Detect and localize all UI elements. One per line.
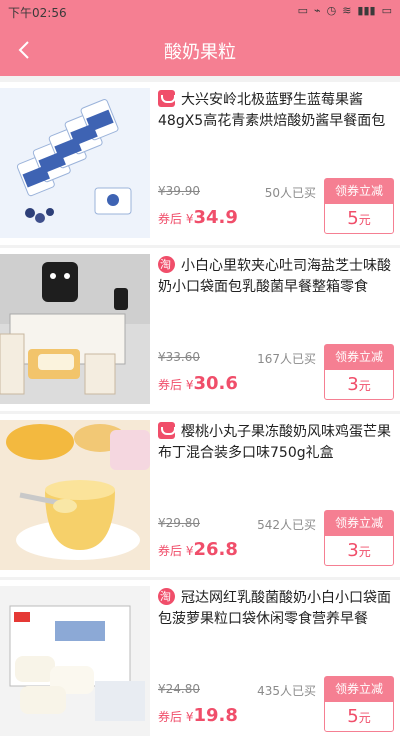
- status-time: 下午02:56: [8, 6, 67, 20]
- product-title[interactable]: 大兴安岭北极蓝野生蓝莓果酱48gX5高花青素烘焙酸奶酱早餐面包: [158, 90, 394, 132]
- coupon-unit: 元: [358, 379, 371, 393]
- product-card[interactable]: 小白心里软夹心吐司海盐芝士味酸奶小口袋面包乳酸菌早餐整箱零食 ¥33.60 16…: [0, 248, 400, 411]
- taobao-icon: [158, 588, 175, 605]
- coupon-price: 券后 ¥19.8: [158, 705, 238, 726]
- coupon-amount: 3: [347, 540, 359, 561]
- original-price: ¥39.90: [158, 184, 200, 198]
- product-list[interactable]: 大兴安岭北极蓝野生蓝莓果酱48gX5高花青素烘焙酸奶酱早餐面包 ¥39.90 5…: [0, 76, 400, 743]
- sales-count: 167人已买: [257, 352, 316, 366]
- signal-icon: ▮▮▮: [357, 4, 376, 17]
- coupon-title: 领券立减: [325, 345, 393, 370]
- original-price: ¥33.60: [158, 350, 200, 364]
- sim-icon: ▭: [297, 4, 308, 17]
- coupon-price: 券后 ¥30.6: [158, 373, 238, 394]
- battery-icon: ▭: [381, 4, 392, 17]
- sales-count: 50人已买: [264, 186, 316, 200]
- coupon-button[interactable]: 领券立减 5元: [324, 178, 394, 234]
- product-title[interactable]: 小白心里软夹心吐司海盐芝士味酸奶小口袋面包乳酸菌早餐整箱零食: [158, 256, 394, 298]
- coupon-title: 领券立减: [325, 511, 393, 536]
- coupon-button[interactable]: 领券立减 3元: [324, 344, 394, 400]
- coupon-title: 领券立减: [325, 677, 393, 702]
- product-card[interactable]: 大兴安岭北极蓝野生蓝莓果酱48gX5高花青素烘焙酸奶酱早餐面包 ¥39.90 5…: [0, 82, 400, 245]
- product-title[interactable]: 樱桃小丸子果冻酸奶风味鸡蛋芒果布丁混合装多口味750g礼盒: [158, 422, 394, 464]
- coupon-button[interactable]: 领券立减 5元: [324, 676, 394, 732]
- coupon-unit: 元: [358, 545, 371, 559]
- nav-bar: 酸奶果粒: [0, 24, 400, 76]
- product-card[interactable]: 樱桃小丸子果冻酸奶风味鸡蛋芒果布丁混合装多口味750g礼盒 ¥29.80 542…: [0, 414, 400, 577]
- status-bar: 下午02:56 ▭ ⌁ ◷ ≋ ▮▮▮ ▭: [0, 0, 400, 24]
- product-card[interactable]: 冠达网红乳酸菌酸奶小白小口袋面包菠萝果粒口袋休闲零食营养早餐 ¥24.80 43…: [0, 580, 400, 743]
- coupon-amount: 5: [347, 706, 359, 727]
- coupon-price: 券后 ¥34.9: [158, 207, 238, 228]
- page-title: 酸奶果粒: [164, 42, 236, 63]
- sales-count: 542人已买: [257, 518, 316, 532]
- status-icons: ▭ ⌁ ◷ ≋ ▮▮▮ ▭: [298, 4, 392, 17]
- product-image[interactable]: [0, 420, 150, 570]
- product-image[interactable]: [0, 88, 150, 238]
- alarm-icon: ◷: [326, 4, 337, 17]
- original-price: ¥29.80: [158, 516, 200, 530]
- coupon-amount: 5: [347, 208, 359, 229]
- taobao-icon: [158, 256, 175, 273]
- coupon-unit: 元: [358, 213, 371, 227]
- coupon-amount: 3: [347, 374, 359, 395]
- product-image[interactable]: [0, 254, 150, 404]
- sales-count: 435人已买: [257, 684, 316, 698]
- product-title[interactable]: 冠达网红乳酸菌酸奶小白小口袋面包菠萝果粒口袋休闲零食营养早餐: [158, 588, 394, 630]
- product-image[interactable]: [0, 586, 150, 736]
- coupon-button[interactable]: 领券立减 3元: [324, 510, 394, 566]
- coupon-unit: 元: [358, 711, 371, 725]
- coupon-price: 券后 ¥26.8: [158, 539, 238, 560]
- coupon-title: 领券立减: [325, 179, 393, 204]
- tmall-icon: [158, 90, 176, 107]
- tmall-icon: [158, 422, 176, 439]
- original-price: ¥24.80: [158, 682, 200, 696]
- wifi-icon: ≋: [342, 4, 352, 17]
- usb-icon: ⌁: [313, 4, 321, 17]
